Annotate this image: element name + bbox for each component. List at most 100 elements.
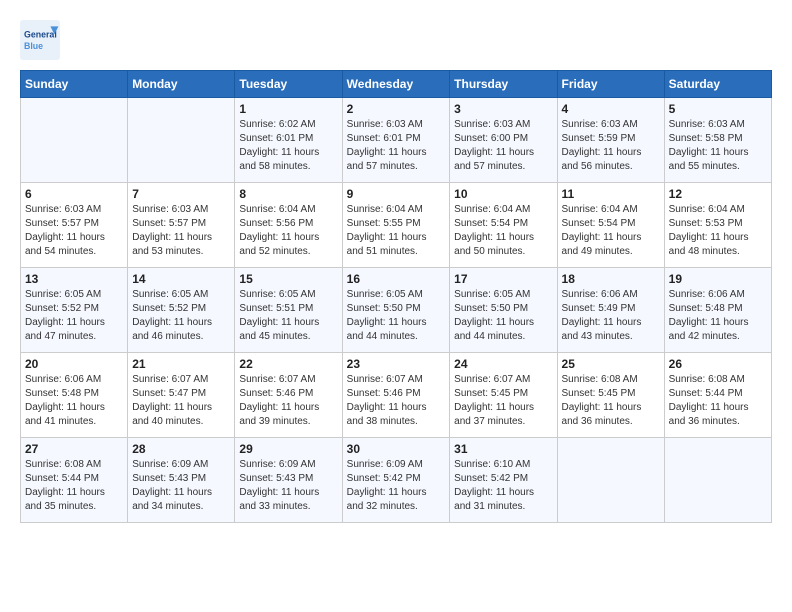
day-info: Sunrise: 6:09 AM Sunset: 5:43 PM Dayligh…	[239, 458, 337, 514]
calendar-cell: 12 Sunrise: 6:04 AM Sunset: 5:53 PM Dayli…	[664, 183, 771, 268]
day-number: 7	[132, 187, 230, 201]
calendar-cell: 14 Sunrise: 6:05 AM Sunset: 5:52 PM Dayli…	[128, 268, 235, 353]
calendar-week-row: 27 Sunrise: 6:08 AM Sunset: 5:44 PM Dayli…	[21, 438, 772, 523]
header-sunday: Sunday	[21, 71, 128, 98]
day-number: 12	[669, 187, 767, 201]
day-info: Sunrise: 6:10 AM Sunset: 5:42 PM Dayligh…	[454, 458, 552, 514]
calendar-cell: 9 Sunrise: 6:04 AM Sunset: 5:55 PM Daylig…	[342, 183, 450, 268]
day-number: 30	[347, 442, 446, 456]
day-number: 16	[347, 272, 446, 286]
calendar-cell: 25 Sunrise: 6:08 AM Sunset: 5:45 PM Dayli…	[557, 353, 664, 438]
day-number: 31	[454, 442, 552, 456]
calendar-cell: 26Sunrise: 6:08 AM Sunset: 5:44 PM Dayli…	[664, 353, 771, 438]
day-info: Sunrise: 6:05 AM Sunset: 5:51 PM Dayligh…	[239, 288, 337, 344]
calendar-cell	[128, 98, 235, 183]
day-number: 21	[132, 357, 230, 371]
calendar-cell	[664, 438, 771, 523]
day-number: 6	[25, 187, 123, 201]
day-info: Sunrise: 6:06 AM Sunset: 5:48 PM Dayligh…	[669, 288, 767, 344]
day-number: 27	[25, 442, 123, 456]
day-info: Sunrise: 6:05 AM Sunset: 5:52 PM Dayligh…	[25, 288, 123, 344]
calendar-cell: 19 Sunrise: 6:06 AM Sunset: 5:48 PM Dayli…	[664, 268, 771, 353]
day-info: Sunrise: 6:08 AM Sunset: 5:44 PM Dayligh…	[669, 373, 767, 429]
calendar-cell: 18Sunrise: 6:06 AM Sunset: 5:49 PM Dayli…	[557, 268, 664, 353]
day-info: Sunrise: 6:09 AM Sunset: 5:42 PM Dayligh…	[347, 458, 446, 514]
day-info: Sunrise: 6:04 AM Sunset: 5:54 PM Dayligh…	[562, 203, 660, 259]
calendar-cell: 22Sunrise: 6:07 AM Sunset: 5:46 PM Dayli…	[235, 353, 342, 438]
svg-text:Blue: Blue	[24, 41, 43, 51]
calendar-cell: 13 Sunrise: 6:05 AM Sunset: 5:52 PM Dayli…	[21, 268, 128, 353]
day-info: Sunrise: 6:03 AM Sunset: 5:57 PM Dayligh…	[25, 203, 123, 259]
day-number: 2	[347, 102, 446, 116]
svg-text:General: General	[24, 30, 57, 40]
calendar-cell: 27 Sunrise: 6:08 AM Sunset: 5:44 PM Dayli…	[21, 438, 128, 523]
calendar-cell	[21, 98, 128, 183]
day-info: Sunrise: 6:07 AM Sunset: 5:46 PM Dayligh…	[347, 373, 446, 429]
calendar-week-row: 13 Sunrise: 6:05 AM Sunset: 5:52 PM Dayli…	[21, 268, 772, 353]
day-info: Sunrise: 6:04 AM Sunset: 5:53 PM Dayligh…	[669, 203, 767, 259]
day-info: Sunrise: 6:06 AM Sunset: 5:48 PM Dayligh…	[25, 373, 123, 429]
day-info: Sunrise: 6:04 AM Sunset: 5:54 PM Dayligh…	[454, 203, 552, 259]
day-info: Sunrise: 6:07 AM Sunset: 5:47 PM Dayligh…	[132, 373, 230, 429]
day-number: 9	[347, 187, 446, 201]
header-monday: Monday	[128, 71, 235, 98]
day-info: Sunrise: 6:05 AM Sunset: 5:50 PM Dayligh…	[347, 288, 446, 344]
day-number: 17	[454, 272, 552, 286]
day-number: 13	[25, 272, 123, 286]
calendar-week-row: 20 Sunrise: 6:06 AM Sunset: 5:48 PM Dayli…	[21, 353, 772, 438]
day-info: Sunrise: 6:07 AM Sunset: 5:45 PM Dayligh…	[454, 373, 552, 429]
calendar-cell: 15 Sunrise: 6:05 AM Sunset: 5:51 PM Dayli…	[235, 268, 342, 353]
day-number: 29	[239, 442, 337, 456]
calendar-cell: 21 Sunrise: 6:07 AM Sunset: 5:47 PM Dayli…	[128, 353, 235, 438]
day-number: 10	[454, 187, 552, 201]
header-thursday: Thursday	[450, 71, 557, 98]
day-info: Sunrise: 6:02 AM Sunset: 6:01 PM Dayligh…	[239, 118, 337, 174]
calendar-cell: 10 Sunrise: 6:04 AM Sunset: 5:54 PM Dayli…	[450, 183, 557, 268]
day-number: 15	[239, 272, 337, 286]
calendar-cell: 24 Sunrise: 6:07 AM Sunset: 5:45 PM Dayli…	[450, 353, 557, 438]
calendar-cell: 28 Sunrise: 6:09 AM Sunset: 5:43 PM Dayli…	[128, 438, 235, 523]
header-wednesday: Wednesday	[342, 71, 450, 98]
day-number: 23	[347, 357, 446, 371]
day-number: 19	[669, 272, 767, 286]
day-info: Sunrise: 6:03 AM Sunset: 5:57 PM Dayligh…	[132, 203, 230, 259]
day-number: 1	[239, 102, 337, 116]
calendar-cell: 17 Sunrise: 6:05 AM Sunset: 5:50 PM Dayli…	[450, 268, 557, 353]
day-number: 25	[562, 357, 660, 371]
calendar-cell: 11Sunrise: 6:04 AM Sunset: 5:54 PM Dayli…	[557, 183, 664, 268]
calendar-cell: 4Sunrise: 6:03 AM Sunset: 5:59 PM Daylig…	[557, 98, 664, 183]
calendar-cell: 7 Sunrise: 6:03 AM Sunset: 5:57 PM Daylig…	[128, 183, 235, 268]
day-number: 14	[132, 272, 230, 286]
calendar-cell: 5 Sunrise: 6:03 AM Sunset: 5:58 PM Daylig…	[664, 98, 771, 183]
day-number: 24	[454, 357, 552, 371]
day-number: 28	[132, 442, 230, 456]
calendar-cell	[557, 438, 664, 523]
day-info: Sunrise: 6:04 AM Sunset: 5:56 PM Dayligh…	[239, 203, 337, 259]
day-number: 20	[25, 357, 123, 371]
header-saturday: Saturday	[664, 71, 771, 98]
calendar-cell: 20 Sunrise: 6:06 AM Sunset: 5:48 PM Dayli…	[21, 353, 128, 438]
calendar-cell: 29 Sunrise: 6:09 AM Sunset: 5:43 PM Dayli…	[235, 438, 342, 523]
day-info: Sunrise: 6:07 AM Sunset: 5:46 PM Dayligh…	[239, 373, 337, 429]
day-number: 3	[454, 102, 552, 116]
day-info: Sunrise: 6:08 AM Sunset: 5:45 PM Dayligh…	[562, 373, 660, 429]
day-info: Sunrise: 6:09 AM Sunset: 5:43 PM Dayligh…	[132, 458, 230, 514]
day-number: 5	[669, 102, 767, 116]
calendar-cell: 3Sunrise: 6:03 AM Sunset: 6:00 PM Daylig…	[450, 98, 557, 183]
calendar-cell: 31 Sunrise: 6:10 AM Sunset: 5:42 PM Dayli…	[450, 438, 557, 523]
day-number: 4	[562, 102, 660, 116]
calendar-cell: 8Sunrise: 6:04 AM Sunset: 5:56 PM Daylig…	[235, 183, 342, 268]
calendar-cell: 1 Sunrise: 6:02 AM Sunset: 6:01 PM Daylig…	[235, 98, 342, 183]
page-header: General Blue	[20, 20, 772, 60]
day-info: Sunrise: 6:03 AM Sunset: 5:58 PM Dayligh…	[669, 118, 767, 174]
calendar-cell: 30 Sunrise: 6:09 AM Sunset: 5:42 PM Dayli…	[342, 438, 450, 523]
logo-icon: General Blue	[20, 20, 60, 60]
day-info: Sunrise: 6:05 AM Sunset: 5:50 PM Dayligh…	[454, 288, 552, 344]
day-info: Sunrise: 6:05 AM Sunset: 5:52 PM Dayligh…	[132, 288, 230, 344]
calendar-cell: 16 Sunrise: 6:05 AM Sunset: 5:50 PM Dayli…	[342, 268, 450, 353]
day-info: Sunrise: 6:08 AM Sunset: 5:44 PM Dayligh…	[25, 458, 123, 514]
day-info: Sunrise: 6:04 AM Sunset: 5:55 PM Dayligh…	[347, 203, 446, 259]
calendar-week-row: 6 Sunrise: 6:03 AM Sunset: 5:57 PM Daylig…	[21, 183, 772, 268]
calendar-cell: 23 Sunrise: 6:07 AM Sunset: 5:46 PM Dayli…	[342, 353, 450, 438]
day-number: 18	[562, 272, 660, 286]
